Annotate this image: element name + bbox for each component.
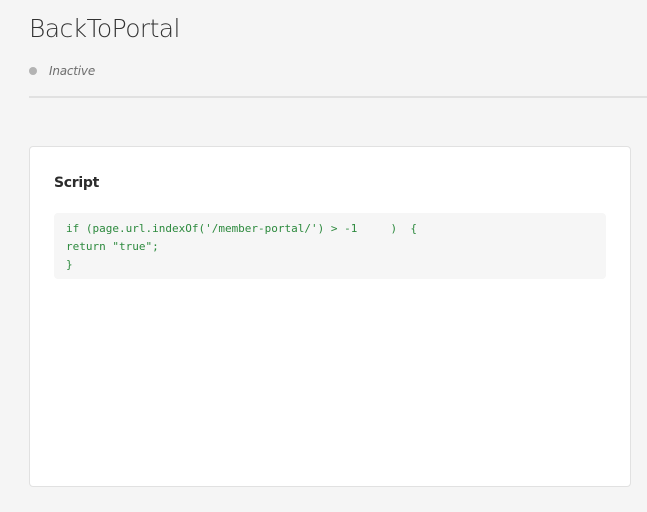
script-code-block[interactable]: if (page.url.indexOf('/member-portal/') … (54, 213, 606, 279)
status-indicator: Inactive (29, 62, 95, 80)
header-divider (29, 96, 647, 98)
code-line: return "true"; (66, 240, 159, 253)
page: BackToPortal Inactive Script if (page.ur… (0, 0, 647, 512)
script-card-title: Script (54, 175, 99, 191)
status-label: Inactive (49, 64, 96, 78)
status-dot-icon (29, 67, 37, 75)
code-line: } (66, 258, 73, 271)
code-line: if (page.url.indexOf('/member-portal/') … (66, 222, 417, 235)
page-title: BackToPortal (29, 14, 180, 43)
script-card: Script if (page.url.indexOf('/member-por… (29, 146, 631, 487)
